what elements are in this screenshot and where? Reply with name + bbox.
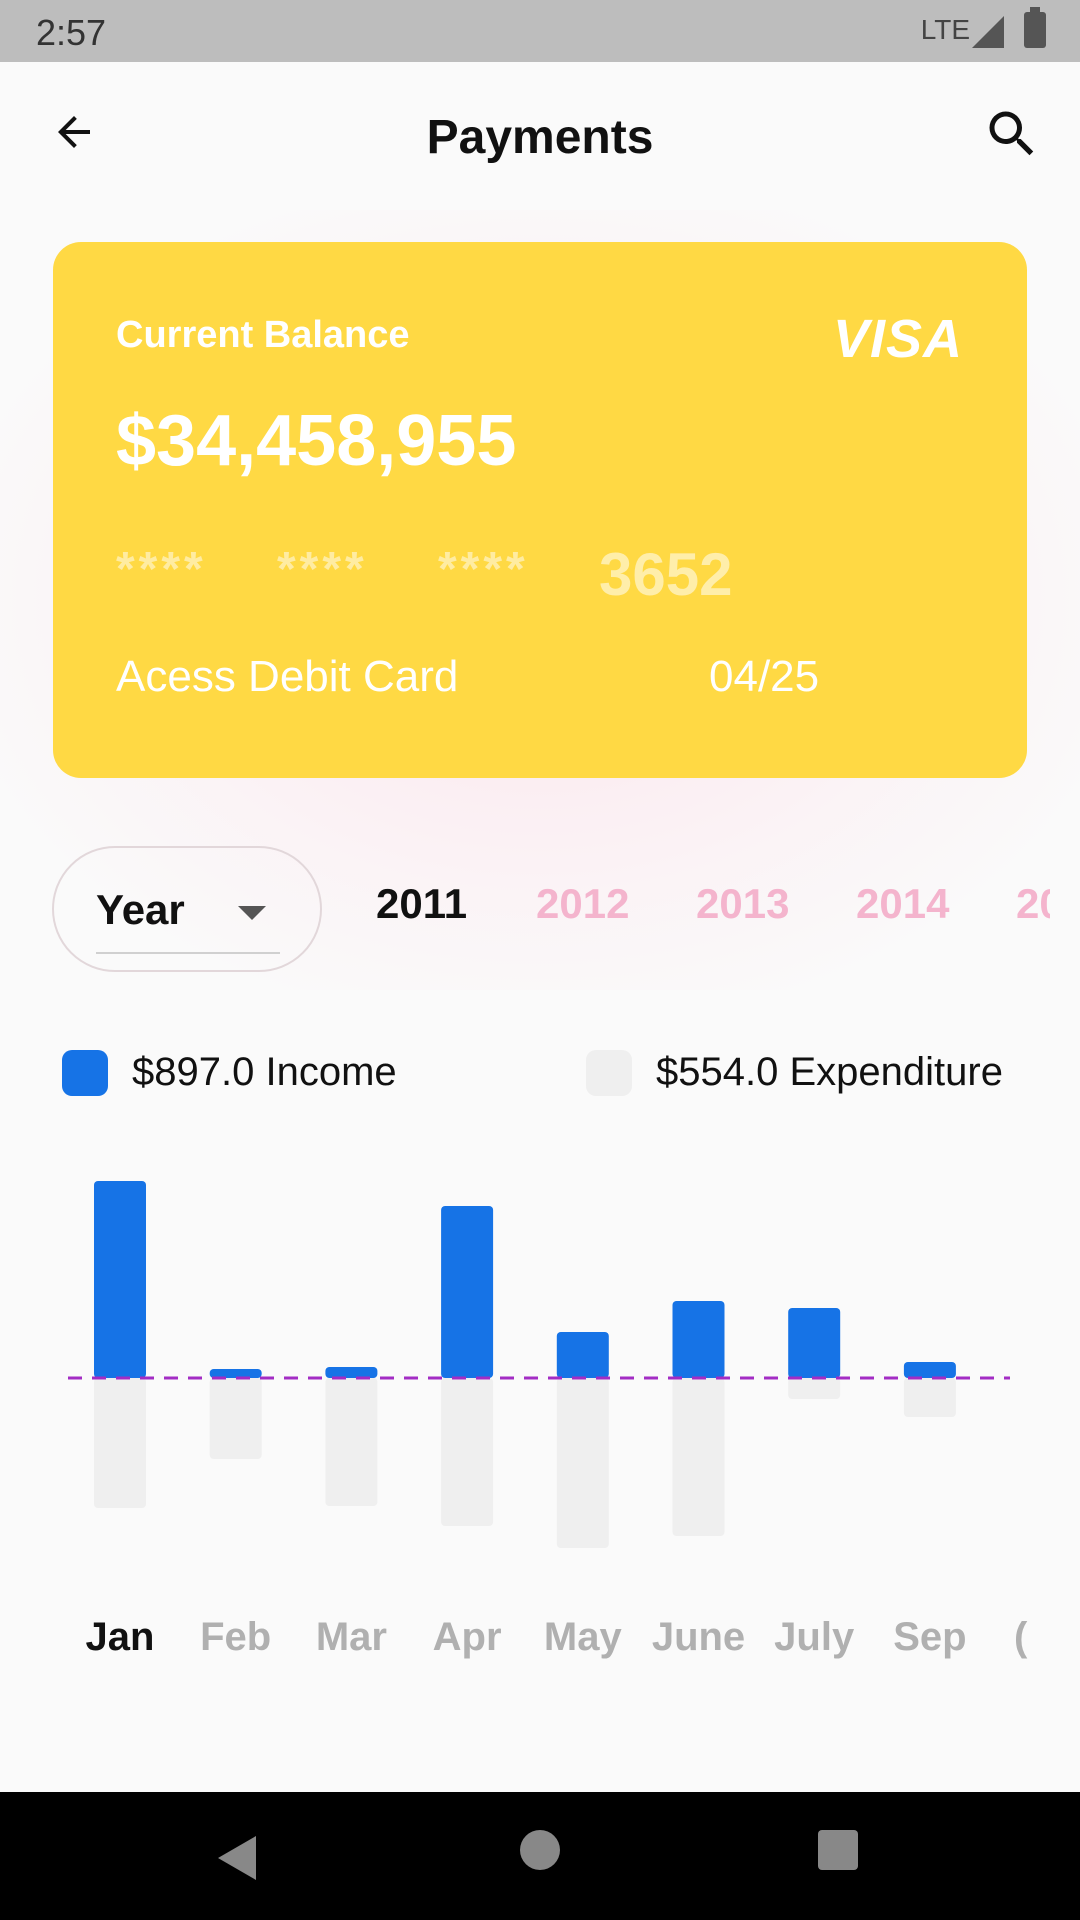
income-expenditure-chart — [68, 1181, 1010, 1548]
income-bar-apr — [441, 1206, 494, 1378]
masked-group-1: **** — [116, 543, 207, 596]
network-type: LTE — [920, 14, 970, 45]
system-nav-bar — [0, 1792, 1080, 1920]
year-tabs: 2011 2012 2013 2014 20 — [340, 880, 1050, 940]
expenditure-legend-label: $554.0 Expenditure — [656, 1050, 1003, 1094]
year-tab-2011[interactable]: 2011 — [376, 880, 467, 928]
month-label-4[interactable]: May — [544, 1615, 622, 1660]
month-label-6[interactable]: July — [774, 1615, 854, 1660]
income-legend-label: $897.0 Income — [132, 1050, 397, 1094]
signal-icon — [972, 16, 1004, 48]
income-bar-jan — [94, 1181, 146, 1378]
balance-amount: $34,458,955 — [116, 401, 517, 481]
month-label-3[interactable]: Apr — [433, 1615, 502, 1660]
balance-card[interactable]: Current Balance $34,458,955 VISA **** **… — [53, 242, 1027, 778]
page-title: Payments — [426, 111, 654, 164]
masked-group-2: **** — [277, 543, 368, 596]
expenditure-bar-june — [672, 1378, 725, 1536]
period-dropdown-value: Year — [96, 886, 185, 933]
year-tab-2012[interactable]: 2012 — [536, 880, 629, 928]
expenditure-bar-jan — [94, 1378, 146, 1508]
income-bar-june — [672, 1301, 725, 1378]
month-label-1[interactable]: Feb — [200, 1615, 271, 1660]
month-label-0[interactable]: Jan — [86, 1615, 155, 1660]
app-bar: Payments — [0, 62, 1080, 210]
month-axis: Jan Feb Mar Apr May June July Sep ( — [0, 1615, 1080, 1675]
expenditure-bar-feb — [209, 1378, 262, 1459]
caret-down-icon — [238, 906, 266, 920]
expenditure-bar-july — [788, 1378, 841, 1399]
income-bar-sep — [903, 1362, 956, 1378]
status-bar: 2:57 LTE — [0, 0, 1080, 62]
month-label-7[interactable]: Sep — [893, 1615, 966, 1660]
nav-home-icon[interactable] — [520, 1830, 560, 1870]
year-tab-2013[interactable]: 2013 — [696, 880, 789, 928]
dropdown-underline — [96, 952, 280, 954]
card-last4: 3652 — [599, 541, 733, 608]
expenditure-bar-may — [556, 1378, 609, 1548]
year-tab-next[interactable]: 20 — [1016, 880, 1050, 928]
period-dropdown[interactable]: Year — [52, 846, 322, 972]
card-name: Acess Debit Card — [116, 652, 459, 701]
year-tab-2014[interactable]: 2014 — [856, 880, 949, 928]
card-expiry: 04/25 — [709, 652, 820, 701]
nav-back-icon[interactable] — [218, 1836, 256, 1880]
masked-group-3: **** — [438, 543, 529, 596]
balance-label: Current Balance — [116, 314, 410, 356]
visa-logo: VISA — [832, 309, 963, 369]
month-label-5[interactable]: June — [652, 1615, 745, 1660]
battery-icon — [1024, 7, 1046, 48]
search-button[interactable] — [982, 104, 1042, 164]
nav-recents-icon[interactable] — [818, 1830, 858, 1870]
expenditure-bar-mar — [325, 1378, 378, 1506]
income-bar-july — [788, 1308, 841, 1378]
expenditure-bar-apr — [441, 1378, 494, 1526]
search-icon — [989, 111, 1034, 156]
month-label-2[interactable]: Mar — [316, 1615, 387, 1660]
month-label-8[interactable]: ( — [1014, 1615, 1027, 1660]
expenditure-bar-sep — [903, 1378, 956, 1417]
income-swatch — [62, 1050, 108, 1096]
expenditure-swatch — [586, 1050, 632, 1096]
status-time: 2:57 — [36, 12, 107, 53]
income-bar-may — [556, 1332, 609, 1378]
income-bar-mar — [325, 1367, 378, 1378]
